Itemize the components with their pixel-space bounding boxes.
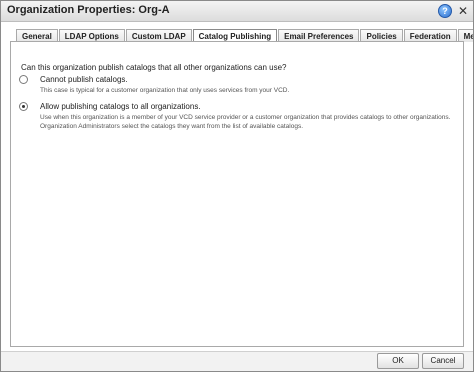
cancel-button[interactable]: Cancel bbox=[422, 353, 464, 369]
allow-publish-description: Use when this organization is a member o… bbox=[40, 114, 451, 130]
cannot-publish-label: Cannot publish catalogs. bbox=[40, 75, 128, 84]
cannot-publish-radio[interactable] bbox=[19, 75, 28, 84]
publish-question: Can this organization publish catalogs t… bbox=[21, 63, 287, 72]
allow-publish-label: Allow publishing catalogs to all organiz… bbox=[40, 102, 201, 111]
close-icon[interactable]: ✕ bbox=[457, 5, 469, 17]
allow-publish-radio[interactable] bbox=[19, 102, 28, 111]
organization-properties-dialog: Organization Properties: Org-A ? ✕ Gener… bbox=[0, 0, 474, 372]
dialog-titlebar: Organization Properties: Org-A ? ✕ bbox=[1, 1, 473, 22]
ok-button[interactable]: OK bbox=[377, 353, 419, 369]
help-icon[interactable]: ? bbox=[438, 4, 452, 18]
dialog-title: Organization Properties: Org-A bbox=[7, 4, 170, 16]
cannot-publish-description: This case is typical for a customer orga… bbox=[40, 87, 290, 94]
